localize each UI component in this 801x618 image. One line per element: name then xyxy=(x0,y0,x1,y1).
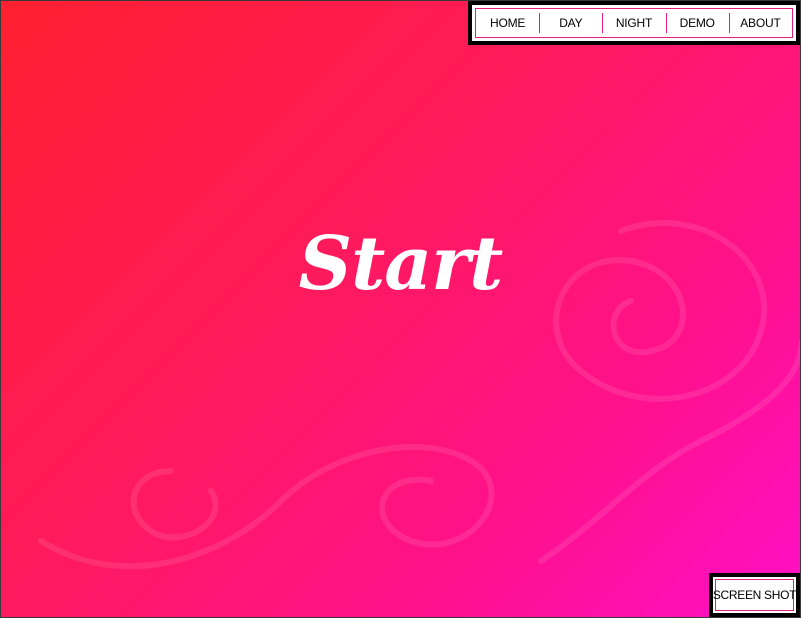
start-title[interactable]: Start xyxy=(1,227,800,301)
nav-day-button[interactable]: DAY xyxy=(539,9,602,37)
top-navigation-bar: HOME DAY NIGHT DEMO ABOUT xyxy=(468,1,800,45)
nav-home-button[interactable]: HOME xyxy=(476,9,539,37)
app-window: HOME DAY NIGHT DEMO ABOUT Start SCREEN S… xyxy=(0,0,801,618)
screenshot-button[interactable]: SCREEN SHOT xyxy=(713,579,797,611)
background-swirl-decoration xyxy=(38,220,800,570)
nav-night-button[interactable]: NIGHT xyxy=(602,9,665,37)
screenshot-button-frame: SCREEN SHOT xyxy=(709,573,800,617)
nav-about-button[interactable]: ABOUT xyxy=(728,9,792,37)
nav-menu: HOME DAY NIGHT DEMO ABOUT xyxy=(475,8,793,38)
nav-demo-button[interactable]: DEMO xyxy=(665,9,729,37)
